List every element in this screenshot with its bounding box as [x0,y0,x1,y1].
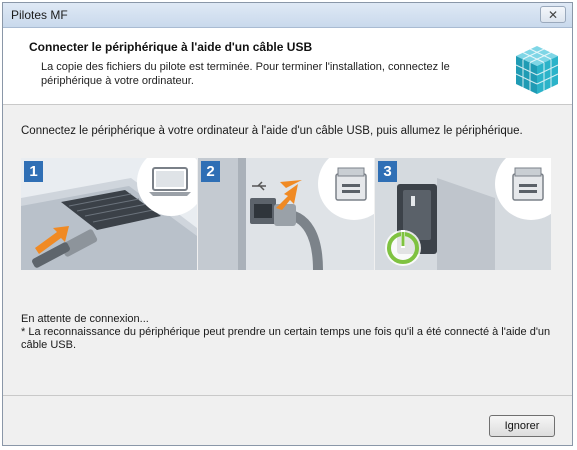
usb-cable-plug-illustration [198,158,374,270]
installer-cubes-icon [510,42,564,98]
wizard-header: Connecter le périphérique à l'aide d'un … [3,28,572,105]
step-3-panel: 3 [375,158,551,270]
power-button-illustration [375,158,551,270]
steps-illustration: 1 2 3 [21,158,551,270]
installer-window: Pilotes MF ✕ Connecter le périphérique à… [2,2,573,446]
step-2-panel: 2 [198,158,374,270]
connection-status: En attente de connexion... [21,313,149,325]
step-1-number: 1 [24,161,43,182]
step-3-number: 3 [378,161,397,182]
ignore-button[interactable]: Ignorer [489,415,555,437]
title-bar: Pilotes MF ✕ [3,3,572,28]
step-2-number: 2 [201,161,220,182]
footer-divider [3,395,572,396]
window-title: Pilotes MF [11,8,68,22]
close-button[interactable]: ✕ [540,6,566,23]
instruction-text: Connectez le périphérique à votre ordina… [21,125,523,137]
step-1-panel: 1 [21,158,197,270]
header-description: La copie des fichiers du pilote est term… [41,61,450,87]
wizard-content: Connectez le périphérique à votre ordina… [3,105,572,395]
recognition-note: * La reconnaissance du périphérique peut… [21,326,551,351]
header-title: Connecter le périphérique à l'aide d'un … [29,40,313,54]
laptop-usb-port-illustration [21,158,197,270]
